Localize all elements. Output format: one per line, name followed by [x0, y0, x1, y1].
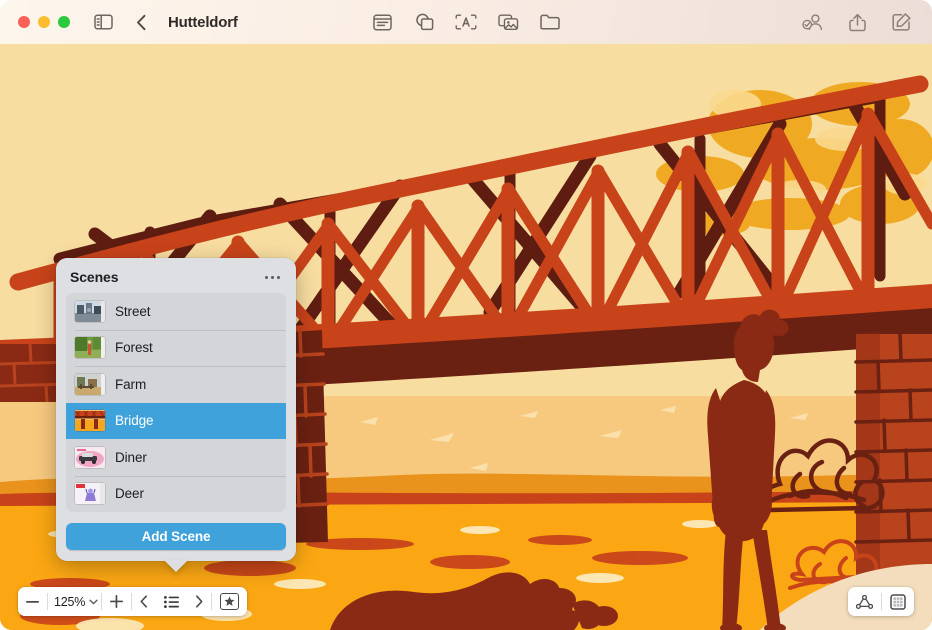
favorite-box [220, 593, 239, 610]
back-chevron-icon[interactable] [128, 9, 154, 35]
zoom-level-dropdown[interactable]: 125% [48, 587, 101, 616]
list-item-label: Deer [115, 486, 144, 501]
collaborate-icon[interactable] [800, 9, 826, 35]
list-item-street[interactable]: Street [66, 293, 286, 330]
scene-list-button[interactable] [156, 587, 187, 616]
list-item-label: Forest [115, 340, 153, 355]
popover-arrow [164, 560, 188, 572]
popover-title: Scenes [70, 269, 118, 285]
media-icon[interactable] [495, 9, 521, 35]
traffic-lights[interactable] [0, 16, 70, 28]
minimize-button[interactable] [38, 16, 50, 28]
list-icon [164, 596, 179, 608]
zoom-out-button[interactable] [18, 587, 47, 616]
zoom-button[interactable] [58, 16, 70, 28]
list-item-forest[interactable]: Forest [66, 330, 286, 367]
next-scene-button[interactable] [187, 587, 211, 616]
thumbnail-deer [75, 483, 105, 504]
connections-icon[interactable] [848, 587, 881, 616]
thumbnail-farm [75, 374, 105, 395]
add-scene-button[interactable]: Add Scene [66, 523, 286, 550]
zoom-level-value: 125% [54, 595, 85, 609]
list-item-deer[interactable]: Deer [66, 476, 286, 513]
share-icon[interactable] [844, 9, 870, 35]
chevron-down-icon [89, 599, 98, 605]
list-item-label: Diner [115, 450, 147, 465]
chevron-left-icon [140, 595, 148, 608]
previous-scene-button[interactable] [132, 587, 156, 616]
thumbnail-bridge [75, 410, 105, 431]
list-item-label: Street [115, 304, 150, 319]
list-item-label: Farm [115, 377, 146, 392]
text-box-icon[interactable] [453, 9, 479, 35]
list-item-farm[interactable]: Farm [66, 366, 286, 403]
star-in-box-icon[interactable] [212, 587, 247, 616]
thumbnail-forest [75, 337, 105, 358]
shapes-icon[interactable] [411, 9, 437, 35]
zoom-in-button[interactable] [102, 587, 131, 616]
chevron-right-icon [195, 595, 203, 608]
folder-icon[interactable] [537, 9, 563, 35]
list-item-bridge[interactable]: Bridge [66, 403, 286, 440]
bottom-right-toolbar [848, 587, 914, 616]
zoom-controls: 125% [18, 587, 131, 616]
app-window: Hutteldorf [0, 0, 932, 630]
sidebar-toggle-icon[interactable] [90, 9, 116, 35]
scene-list[interactable]: Street Forest Farm Bridge [66, 293, 286, 512]
popover-header: Scenes [66, 267, 286, 293]
bottom-left-toolbar: 125% [18, 587, 247, 616]
compose-icon[interactable] [888, 9, 914, 35]
scenes-popover: Scenes Street Forest Farm [56, 258, 296, 561]
thumbnail-diner [75, 447, 105, 468]
more-options-icon[interactable] [263, 272, 282, 283]
favorite-group [212, 587, 247, 616]
thumbnail-street [75, 301, 105, 322]
toolbar-right-group [800, 9, 932, 35]
page-title: Hutteldorf [168, 14, 238, 31]
close-button[interactable] [18, 16, 30, 28]
list-item-diner[interactable]: Diner [66, 439, 286, 476]
list-item-label: Bridge [115, 413, 153, 428]
navigation-controls [132, 587, 211, 616]
grid-view-icon[interactable] [882, 587, 914, 616]
title-bar: Hutteldorf [0, 0, 932, 44]
note-icon[interactable] [369, 9, 395, 35]
